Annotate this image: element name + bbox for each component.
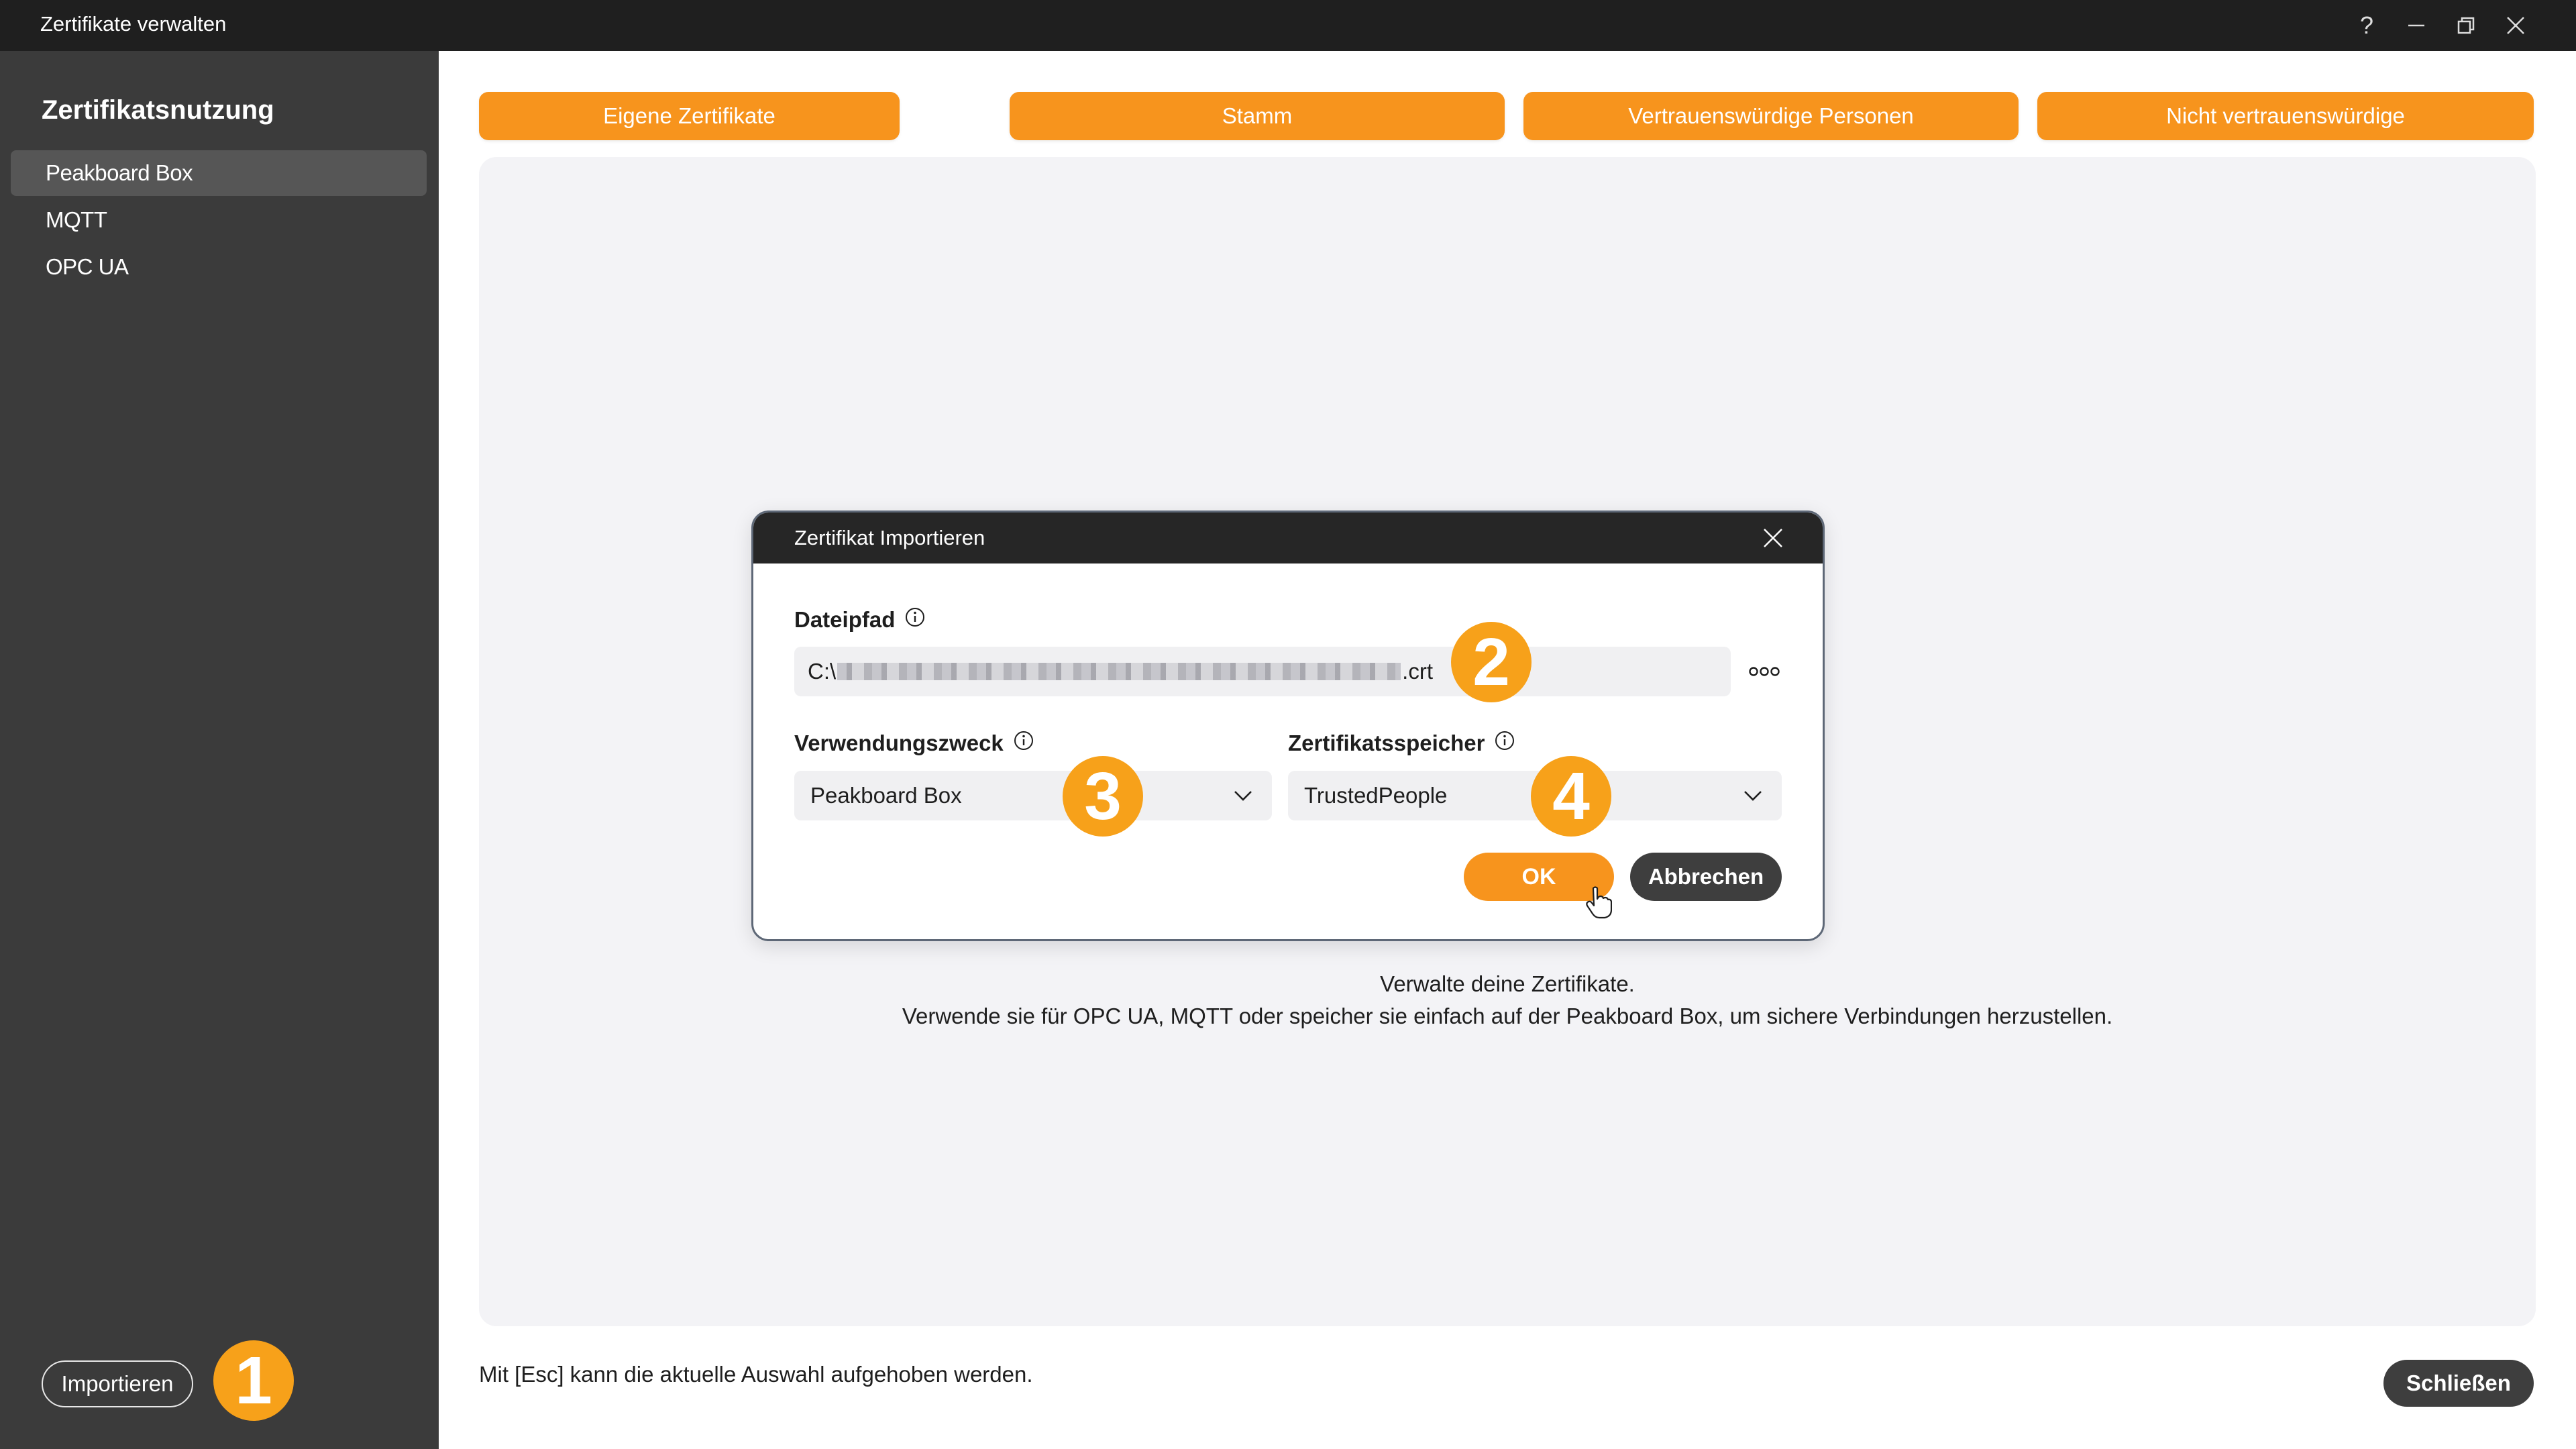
redacted-path — [837, 663, 1401, 680]
purpose-label-text: Verwendungszweck — [794, 731, 1004, 755]
esc-hint: Mit [Esc] kann die aktuelle Auswahl aufg… — [479, 1362, 1033, 1387]
file-path-label-text: Dateipfad — [794, 607, 896, 632]
info-icon[interactable] — [1494, 730, 1515, 757]
more-dots-icon[interactable] — [1739, 656, 1789, 687]
help-icon[interactable]: ? — [2347, 7, 2387, 44]
minimize-icon[interactable] — [2396, 7, 2436, 44]
purpose-label: Verwendungszweck — [794, 730, 1034, 757]
dialog-header: Zertifikat Importieren — [753, 513, 1823, 564]
sidebar-item-label: OPC UA — [46, 254, 129, 279]
chevron-down-icon — [1232, 786, 1254, 811]
tab-untrusted[interactable]: Nicht vertrauenswürdige — [2037, 92, 2534, 140]
app-window: Zertifikate verwalten ? Zertifikatsnutzu… — [0, 0, 2576, 1449]
sidebar-item-peakboard-box[interactable]: Peakboard Box — [11, 150, 427, 196]
step-badge-2: 2 — [1451, 622, 1532, 702]
hand-cursor-icon — [1585, 885, 1613, 924]
sidebar-item-mqtt[interactable]: MQTT — [11, 197, 427, 243]
info-icon[interactable] — [1013, 730, 1034, 757]
sidebar-item-opc-ua[interactable]: OPC UA — [11, 244, 427, 290]
title-bar: Zertifikate verwalten ? — [0, 0, 2576, 51]
file-path-input[interactable]: C:\ .crt — [794, 647, 1731, 696]
import-button[interactable]: Importieren — [42, 1360, 193, 1407]
restore-icon[interactable] — [2446, 7, 2486, 44]
store-label: Zertifikatsspeicher — [1288, 730, 1515, 757]
info-line-2: Verwende sie für OPC UA, MQTT oder speic… — [902, 1004, 2113, 1028]
sidebar-item-label: MQTT — [46, 207, 107, 232]
step-badge-4: 4 — [1531, 756, 1611, 837]
dialog-title: Zertifikat Importieren — [794, 526, 985, 549]
sidebar-heading: Zertifikatsnutzung — [42, 95, 274, 125]
help-glyph: ? — [2359, 11, 2374, 39]
chevron-down-icon — [1741, 786, 1764, 811]
info-line-1: Verwalte deine Zertifikate. — [1380, 971, 1635, 996]
cancel-button[interactable]: Abbrechen — [1630, 853, 1782, 901]
purpose-value: Peakboard Box — [810, 783, 962, 808]
purpose-select[interactable]: Peakboard Box — [794, 771, 1272, 820]
dialog-close-icon[interactable] — [1758, 523, 1788, 553]
info-icon[interactable] — [904, 606, 926, 633]
file-path-label: Dateipfad — [794, 606, 926, 633]
store-label-text: Zertifikatsspeicher — [1288, 731, 1485, 755]
tab-own-certificates[interactable]: Eigene Zertifikate — [479, 92, 900, 140]
import-certificate-dialog: Zertifikat Importieren Dateipfad C:\ .cr… — [751, 511, 1825, 941]
sidebar: Zertifikatsnutzung Peakboard Box MQTT OP… — [0, 51, 439, 1449]
step-badge-1: 1 — [213, 1340, 294, 1421]
close-button[interactable]: Schließen — [2383, 1360, 2534, 1407]
tab-root[interactable]: Stamm — [1010, 92, 1505, 140]
store-value: TrustedPeople — [1304, 783, 1448, 808]
close-icon[interactable] — [2496, 7, 2536, 44]
sidebar-item-label: Peakboard Box — [46, 160, 193, 185]
step-badge-3: 3 — [1063, 756, 1143, 837]
window-title: Zertifikate verwalten — [40, 12, 227, 36]
tab-trusted-people[interactable]: Vertrauenswürdige Personen — [1523, 92, 2019, 140]
file-path-suffix: .crt — [1402, 659, 1433, 684]
file-path-prefix: C:\ — [808, 659, 837, 684]
